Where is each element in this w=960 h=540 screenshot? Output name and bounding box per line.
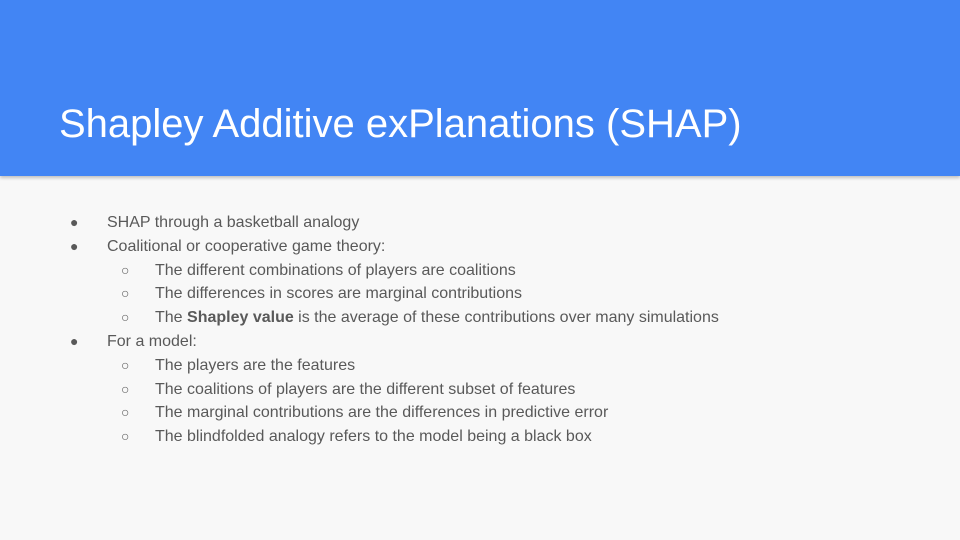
sub-bullet-item: ○ The different combinations of players … bbox=[0, 259, 960, 283]
bullet-list: ● SHAP through a basketball analogy ● Co… bbox=[0, 211, 960, 449]
filled-bullet-icon: ● bbox=[70, 214, 79, 230]
text-before: The bbox=[155, 309, 188, 327]
bullet-text: SHAP through a basketball analogy bbox=[107, 214, 360, 231]
hollow-bullet-icon: ○ bbox=[121, 356, 130, 373]
sub-bullet-text: The marginal contributions are the diffe… bbox=[155, 404, 609, 422]
sub-bullet-item: ○ The differences in scores are marginal… bbox=[0, 282, 960, 306]
bullet-item: ● For a model: bbox=[0, 330, 960, 354]
bullet-item: ● SHAP through a basketball analogy bbox=[0, 211, 960, 235]
title-bar: Shapley Additive exPlanations (SHAP) bbox=[0, 0, 960, 176]
bullet-text: For a model: bbox=[107, 332, 197, 350]
hollow-bullet-icon: ○ bbox=[121, 309, 130, 326]
sub-bullet-item: ○ The Shapley value is the average of th… bbox=[0, 306, 960, 330]
slide-title: Shapley Additive exPlanations (SHAP) bbox=[59, 102, 742, 146]
sub-bullet-text: The players are the features bbox=[155, 356, 356, 374]
sub-bullet-item: ○ The coalitions of players are the diff… bbox=[0, 378, 960, 402]
sub-bullet-item: ○ The marginal contributions are the dif… bbox=[0, 401, 960, 425]
bold-term: Shapley value bbox=[187, 309, 294, 327]
sub-bullet-text: The Shapley value is the average of thes… bbox=[155, 306, 719, 330]
sub-bullet-text: The coalitions of players are the differ… bbox=[155, 380, 576, 398]
sub-bullet-text: The different combinations of players ar… bbox=[155, 261, 516, 279]
hollow-bullet-icon: ○ bbox=[121, 285, 130, 302]
filled-bullet-icon: ● bbox=[70, 237, 79, 254]
sub-bullet-item: ○ The players are the features bbox=[0, 354, 960, 378]
filled-bullet-icon: ● bbox=[70, 332, 79, 349]
bullet-text: Coalitional or cooperative game theory: bbox=[107, 237, 386, 255]
sub-bullet-text: The blindfolded analogy refers to the mo… bbox=[155, 428, 592, 446]
hollow-bullet-icon: ○ bbox=[121, 380, 130, 397]
slide: Shapley Additive exPlanations (SHAP) ● S… bbox=[0, 0, 960, 540]
hollow-bullet-icon: ○ bbox=[121, 261, 130, 278]
hollow-bullet-icon: ○ bbox=[121, 404, 130, 421]
bullet-item: ● Coalitional or cooperative game theory… bbox=[0, 235, 960, 259]
hollow-bullet-icon: ○ bbox=[121, 428, 130, 445]
text-after: is the average of these contributions ov… bbox=[293, 309, 719, 327]
sub-bullet-item: ○ The blindfolded analogy refers to the … bbox=[0, 425, 960, 449]
sub-bullet-text: The differences in scores are marginal c… bbox=[155, 285, 522, 303]
